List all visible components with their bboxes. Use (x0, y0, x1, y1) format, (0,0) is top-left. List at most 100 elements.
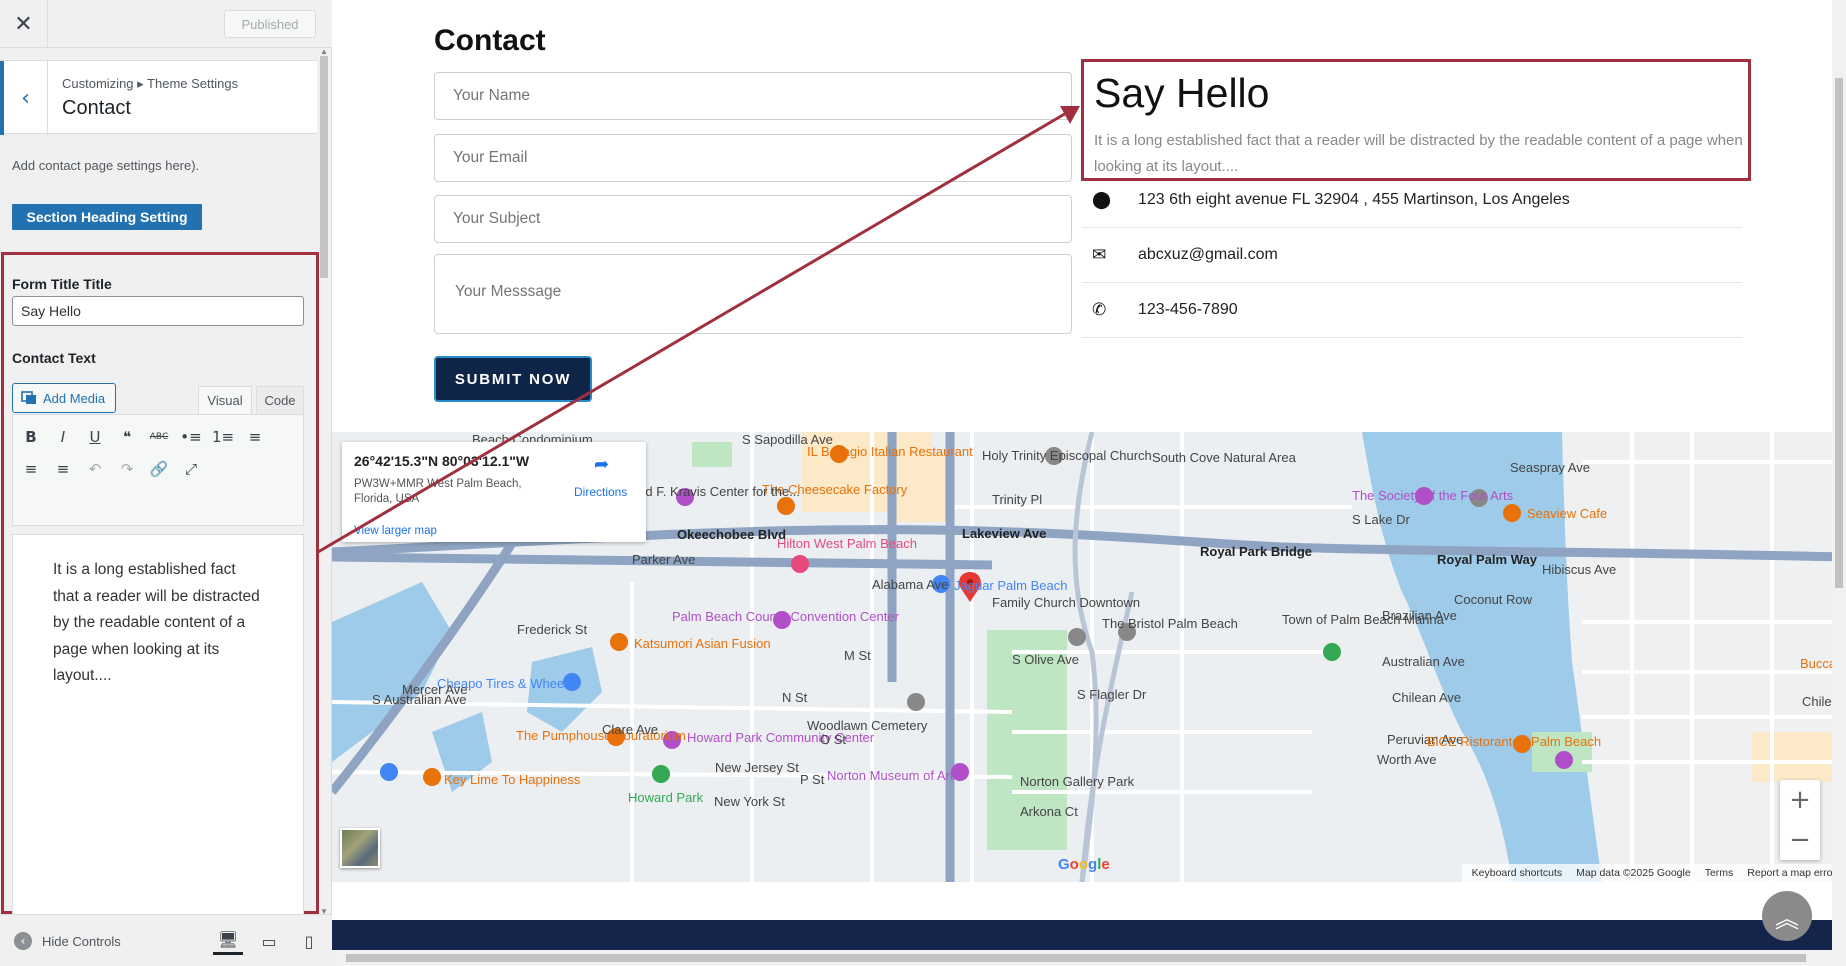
map-label: Alabama Ave (872, 577, 949, 592)
map-label: Royal Palm Way (1437, 552, 1537, 567)
undo-icon[interactable]: ↶ (85, 459, 105, 479)
add-media-icon (21, 391, 36, 404)
map-label: Katsumori Asian Fusion (634, 636, 771, 651)
map-footer-link[interactable]: Terms (1705, 867, 1734, 879)
preview-horizontal-scrollbar[interactable] (332, 950, 1832, 966)
hide-controls-button[interactable]: ‹ Hide Controls (14, 932, 121, 950)
tab-visual[interactable]: Visual (198, 386, 252, 414)
tab-code[interactable]: Code (256, 386, 304, 414)
editor-toolbar: B I U ❝ ABC •≡ 1≡ ≡ ≡ ≡ ↶ ↷ 🔗 ⤢ (12, 414, 304, 526)
numbered-list-icon[interactable]: 1≡ (212, 427, 234, 447)
map-label: BiCE Ristorante - Palm Beach (1427, 734, 1602, 749)
hide-controls-label: Hide Controls (42, 933, 121, 949)
envelope-icon: ✉ (1092, 245, 1107, 265)
info-phone[interactable]: 123-456-7890 (1138, 301, 1238, 319)
map-label: N St (782, 690, 808, 705)
preview-scroll-thumb[interactable] (1835, 78, 1843, 588)
map-label: Worth Ave (1377, 752, 1437, 767)
map-footer-link[interactable]: Keyboard shortcuts (1472, 867, 1562, 879)
sidebar-scrollbar[interactable]: ▲ ▼ (320, 48, 328, 916)
map-label: S Sapodilla Ave (742, 432, 833, 447)
blockquote-icon[interactable]: ❝ (117, 427, 137, 447)
bold-icon[interactable]: B (21, 427, 41, 447)
satellite-toggle[interactable] (340, 828, 380, 868)
map-label: Woodlawn Cemetery (807, 718, 928, 733)
section-title: Contact (62, 97, 131, 119)
map-label: S Olive Ave (1012, 652, 1079, 667)
your-name-input[interactable] (434, 72, 1072, 120)
toolbar-row-2: ≡ ≡ ↶ ↷ 🔗 ⤢ (21, 459, 201, 479)
align-right-icon[interactable]: ≡ (53, 459, 73, 479)
close-icon[interactable]: ✕ (0, 0, 48, 48)
device-mobile-icon[interactable]: ▯ (294, 927, 324, 955)
map-label: New Jersey St (715, 760, 799, 775)
customizer-screen: ✕ Published ‹ Customizing ▸ Theme Settin… (0, 0, 1846, 966)
map-label: The Society of the Four Arts (1352, 488, 1514, 503)
collapse-icon: ‹ (14, 932, 32, 950)
map-label: Chilean Ave (1392, 690, 1462, 705)
map-label: Okeechobee Blvd (677, 527, 787, 542)
align-center-icon[interactable]: ≡ (21, 459, 41, 479)
zoom-in-icon[interactable]: + (1780, 780, 1820, 820)
map-marker-icon: ⬤ (1092, 190, 1112, 210)
customizer-sidebar: ✕ Published ‹ Customizing ▸ Theme Settin… (0, 0, 332, 966)
preview-hscroll-thumb[interactable] (346, 954, 1806, 962)
map-label: Hibiscus Ave (1542, 562, 1617, 577)
map-zoom-controls: + − (1780, 780, 1820, 860)
form-title-input[interactable] (12, 296, 304, 326)
map-footer-link[interactable]: Report a map error (1747, 867, 1836, 879)
map-label: Norton Gallery Park (1020, 774, 1135, 789)
map-footer-link[interactable]: Map data ©2025 Google (1576, 867, 1691, 879)
link-icon[interactable]: 🔗 (149, 459, 169, 479)
phone-icon: ✆ (1092, 300, 1107, 320)
map-label: Parker Ave (632, 552, 696, 567)
map-label: P St (800, 772, 825, 787)
map-coordinates: 26°42'15.3"N 80°03'12.1"W (354, 453, 530, 469)
section-heading-setting-button[interactable]: Section Heading Setting (12, 204, 202, 230)
your-message-textarea[interactable] (434, 254, 1072, 334)
google-map[interactable]: Okeechobee Blvd Lakeview Ave Royal Park Br… (332, 432, 1846, 882)
map-label: Trinity Pl (992, 492, 1043, 507)
map-label: Arkona Ct (1020, 804, 1078, 819)
info-email[interactable]: abcxuz@gmail.com (1138, 246, 1278, 264)
fullscreen-icon[interactable]: ⤢ (181, 459, 201, 479)
your-subject-input[interactable] (434, 195, 1072, 243)
underline-icon[interactable]: U (85, 427, 105, 447)
form-title-label: Form Title Title (12, 276, 112, 292)
align-left-icon[interactable]: ≡ (245, 427, 265, 447)
info-address-row: ⬤ 123 6th eight avenue FL 32904 , 455 Ma… (1082, 173, 1742, 228)
preview-vertical-scrollbar[interactable] (1832, 0, 1846, 966)
map-label: South Cove Natural Area (1152, 450, 1296, 465)
contact-text-editor[interactable]: It is a long established fact that a rea… (12, 534, 304, 914)
view-larger-map-link[interactable]: View larger map (354, 525, 437, 537)
sidebar-scrollbar-thumb[interactable] (320, 56, 328, 278)
back-icon[interactable]: ‹ (0, 61, 48, 135)
map-label: Norton Museum of Art (827, 768, 954, 783)
redo-icon[interactable]: ↷ (117, 459, 137, 479)
section-header: ‹ Customizing ▸ Theme Settings Contact (0, 60, 317, 135)
directions-link[interactable]: Directions (574, 485, 627, 499)
your-email-input[interactable] (434, 134, 1072, 182)
map-label: Palm Beach County Convention Center (672, 609, 899, 624)
device-desktop-icon[interactable]: 🖥 (213, 927, 243, 955)
directions-icon[interactable]: ➦ (594, 454, 609, 475)
bullet-list-icon[interactable]: •≡ (180, 427, 201, 447)
map-label: Key Lime To Happiness (444, 772, 581, 787)
map-label: Lakeview Ave (962, 526, 1047, 541)
toolbar-row-1: B I U ❝ ABC •≡ 1≡ ≡ (21, 427, 265, 447)
device-tablet-icon[interactable]: ▭ (254, 927, 284, 955)
map-label: Howard Park (628, 790, 704, 805)
scroll-to-top-icon[interactable]: ︽ (1762, 891, 1812, 941)
map-label: Bucca (1800, 656, 1837, 671)
map-label: Brazilian Ave (1382, 608, 1457, 623)
published-button[interactable]: Published (224, 10, 316, 38)
map-label: Jaguar Palm Beach (954, 578, 1068, 593)
map-label: Australian Ave (1382, 654, 1465, 669)
zoom-out-icon[interactable]: − (1780, 820, 1820, 860)
strikethrough-icon[interactable]: ABC (149, 427, 169, 447)
add-media-button[interactable]: Add Media (12, 383, 116, 413)
submit-now-button[interactable]: SUBMIT NOW (434, 356, 592, 402)
map-label: Hilton West Palm Beach (777, 536, 917, 551)
info-address: 123 6th eight avenue FL 32904 , 455 Mart… (1138, 191, 1570, 208)
italic-icon[interactable]: I (53, 427, 73, 447)
